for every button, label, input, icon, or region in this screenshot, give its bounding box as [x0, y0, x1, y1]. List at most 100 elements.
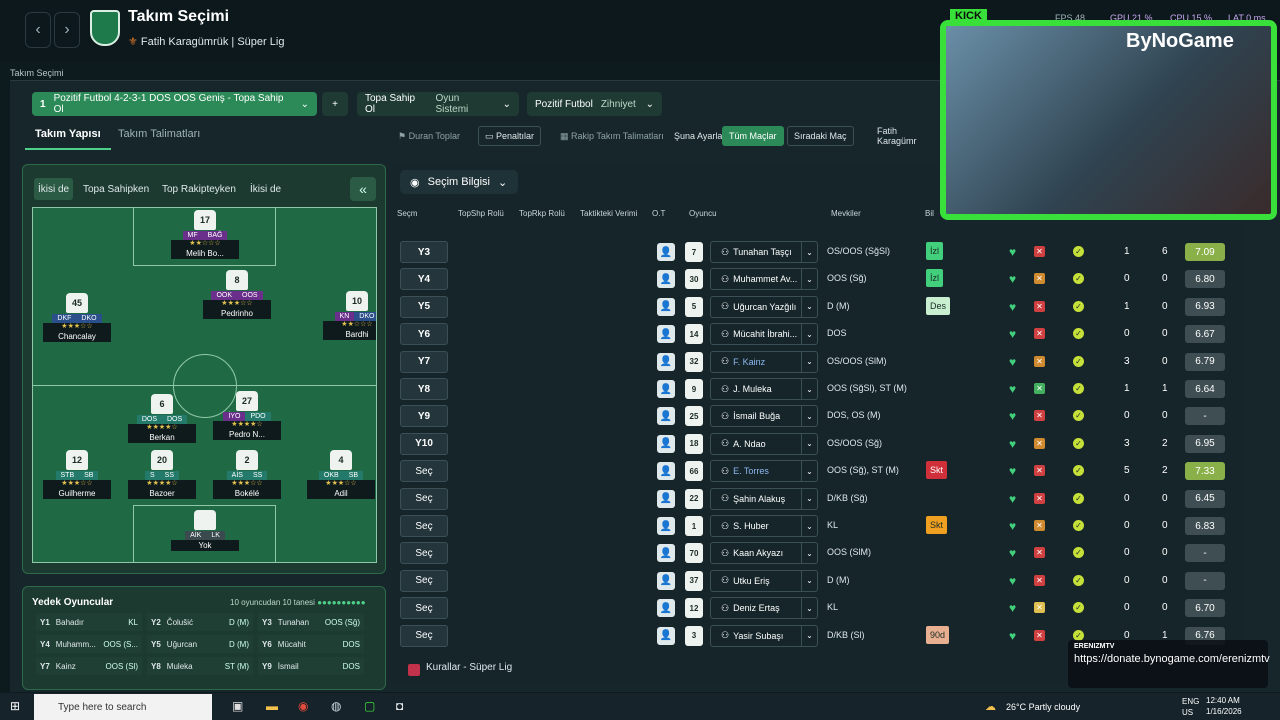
column-header[interactable]: Seçm — [397, 209, 417, 218]
person-icon[interactable]: 👤 — [657, 599, 675, 618]
person-icon[interactable]: 👤 — [657, 380, 675, 398]
bench-player[interactable]: Y6 Mücahit DOS — [258, 635, 364, 653]
pitch-player[interactable]: 12 STB SB ★★★☆☆ Guilherme — [43, 450, 111, 499]
selection-slot-button[interactable]: Y5 — [400, 295, 448, 318]
mentality-select[interactable]: Pozitif Futbol Zihniyet ⌄ — [527, 92, 662, 116]
status-badge[interactable]: İzl — [926, 242, 943, 260]
app-icon[interactable]: ▢ — [364, 699, 375, 713]
taskbar-search[interactable]: Type here to search — [34, 694, 212, 720]
selection-slot-button[interactable]: Y9 — [400, 405, 448, 428]
pitch-player[interactable]: 2 AİS SS ★★★☆☆ Bokélé — [213, 450, 281, 499]
column-header[interactable]: O.T — [652, 209, 665, 218]
selection-slot-button[interactable]: Seç — [400, 487, 448, 510]
bench-player[interactable]: Y5 Uğurcan D (M) — [147, 635, 253, 653]
column-header[interactable]: Oyuncu — [689, 209, 717, 218]
pitch-tab-both-2[interactable]: İkisi de — [246, 178, 285, 200]
selection-slot-button[interactable]: Y8 — [400, 378, 448, 400]
status-badge[interactable]: Des — [926, 296, 951, 315]
selection-slot-button[interactable]: Seç — [400, 597, 448, 620]
person-icon[interactable]: 👤 — [657, 270, 675, 289]
selection-slot-button[interactable]: Seç — [400, 515, 448, 537]
player-select[interactable]: ⚇ Uğurcan Yazğılı ⌄ — [710, 295, 818, 318]
player-select[interactable]: ⚇ Yasir Subaşı ⌄ — [710, 624, 818, 647]
selection-slot-button[interactable]: Y3 — [400, 241, 448, 263]
pitch-player[interactable]: 45 DKF DKO ★★★☆☆ Chancalay — [43, 293, 111, 342]
pitch-tab-both[interactable]: İkisi de — [34, 178, 74, 200]
selection-slot-button[interactable]: Seç — [400, 460, 448, 483]
pitch-player[interactable]: 17 MF BAĞ ★★☆☆☆ Melih Bo... — [171, 210, 239, 259]
person-icon[interactable]: 👤 — [657, 626, 675, 645]
bench-player[interactable]: Y8 Muleka ST (M) — [147, 657, 253, 675]
back-button[interactable]: ‹ — [25, 12, 51, 48]
player-select[interactable]: ⚇ Şahin Alakuş ⌄ — [710, 487, 818, 510]
player-select[interactable]: ⚇ İsmail Buğa ⌄ — [710, 405, 818, 428]
collapse-button[interactable]: « — [350, 177, 376, 201]
tab-team-instructions[interactable]: Takım Talimatları — [118, 128, 200, 140]
pitch-player[interactable]: 6 DOS DOS ★★★★☆ Berkan — [128, 394, 196, 443]
bench-player[interactable]: Y4 Muhamm... OOS (S... — [36, 635, 142, 653]
pitch-tab-in-possession[interactable]: Topa Sahipken — [79, 178, 153, 200]
selection-slot-button[interactable]: Y6 — [400, 323, 448, 346]
pitch-player[interactable]: 20 S SS ★★★★☆ Bazoer — [128, 450, 196, 499]
all-matches-button[interactable]: Tüm Maçlar — [722, 126, 784, 146]
status-badge[interactable]: İzl — [926, 269, 943, 288]
player-select[interactable]: ⚇ Utku Eriş ⌄ — [710, 569, 818, 592]
pitch-player[interactable]: 27 İYO PDO ★★★★☆ Pedro N... — [213, 391, 281, 440]
set-pieces-button[interactable]: ⚑ Duran Toplar — [392, 126, 466, 146]
game-icon[interactable]: ◘ — [396, 699, 403, 713]
forward-button[interactable]: › — [54, 12, 80, 48]
selection-slot-button[interactable]: Seç — [400, 569, 448, 592]
player-select[interactable]: ⚇ S. Huber ⌄ — [710, 515, 818, 537]
player-select[interactable]: ⚇ Muhammet Av... ⌄ — [710, 268, 818, 291]
person-icon[interactable]: 👤 — [657, 297, 675, 316]
person-icon[interactable]: 👤 — [657, 325, 675, 344]
selection-slot-button[interactable]: Y7 — [400, 350, 448, 373]
column-header[interactable]: Bil — [925, 209, 934, 218]
bench-player[interactable]: Y2 Čolušić D (M) — [147, 613, 253, 631]
status-badge[interactable]: 90d — [926, 625, 950, 644]
player-select[interactable]: ⚇ Deniz Ertaş ⌄ — [710, 597, 818, 620]
column-header[interactable]: TopShp Rolü — [458, 209, 504, 218]
selection-slot-button[interactable]: Seç — [400, 542, 448, 565]
selection-info-button[interactable]: ◉ Seçim Bilgisi ⌄ — [400, 170, 518, 194]
player-select[interactable]: ⚇ J. Muleka ⌄ — [710, 378, 818, 400]
bench-player[interactable]: Y9 İsmail DOS — [258, 657, 364, 675]
bench-player[interactable]: Y7 Kainz OOS (Sl) — [36, 657, 142, 675]
person-icon[interactable]: 👤 — [657, 544, 675, 563]
steam-icon[interactable]: ◍ — [331, 699, 341, 713]
next-match-button[interactable]: Sıradaki Maç — [787, 126, 854, 146]
player-select[interactable]: ⚇ Tunahan Taşçı ⌄ — [710, 241, 818, 263]
person-icon[interactable]: 👤 — [657, 462, 675, 481]
add-tactic-button[interactable]: + — [322, 92, 348, 116]
bench-player[interactable]: Y3 Tunahan OOS (Sğ) — [258, 613, 364, 631]
rules-link[interactable]: Kurallar - Süper Lig — [426, 662, 512, 673]
status-badge[interactable]: Skt — [926, 516, 948, 534]
status-badge[interactable]: Skt — [926, 461, 948, 480]
player-select[interactable]: ⚇ Kaan Akyazı ⌄ — [710, 542, 818, 565]
column-header[interactable]: Mevkiler — [831, 209, 861, 218]
person-icon[interactable]: 👤 — [657, 243, 675, 261]
pitch-player[interactable]: 4 OKB SB ★★★☆☆ Adil — [307, 450, 375, 499]
selection-slot-button[interactable]: Y10 — [400, 432, 448, 455]
task-view-icon[interactable]: ▣ — [232, 699, 243, 713]
player-select[interactable]: ⚇ A. Ndao ⌄ — [710, 432, 818, 455]
club-filter-button[interactable]: Fatih Karagümr — [871, 126, 942, 146]
column-header[interactable]: Taktikteki Verimi — [580, 209, 637, 218]
pitch-player[interactable]: 10 KN DKO ★★☆☆☆ Bardhi — [323, 291, 376, 340]
opp-instructions-button[interactable]: ▦ Rakip Takım Talimatları — [554, 126, 670, 146]
player-select[interactable]: ⚇ Mücahit İbrahi... ⌄ — [710, 323, 818, 346]
language-indicator[interactable]: ENG US — [1182, 696, 1204, 718]
person-icon[interactable]: 👤 — [657, 489, 675, 508]
tab-team-structure[interactable]: Takım Yapısı — [25, 128, 111, 150]
system-select[interactable]: Topa Sahip Ol Oyun Sistemi ⌄ — [357, 92, 519, 116]
selection-slot-button[interactable]: Y4 — [400, 268, 448, 291]
player-select[interactable]: ⚇ E. Torres ⌄ — [710, 460, 818, 483]
person-icon[interactable]: 👤 — [657, 517, 675, 535]
column-header[interactable]: TopRkp Rolü — [519, 209, 565, 218]
bench-player[interactable]: Y1 Bahadır KL — [36, 613, 142, 631]
selection-slot-button[interactable]: Seç — [400, 624, 448, 647]
windows-start-icon[interactable]: ⊞ — [10, 700, 22, 712]
person-icon[interactable]: 👤 — [657, 571, 675, 590]
pitch-tab-out-possession[interactable]: Top Rakipteyken — [158, 178, 240, 200]
chrome-icon[interactable]: ◉ — [298, 699, 308, 713]
